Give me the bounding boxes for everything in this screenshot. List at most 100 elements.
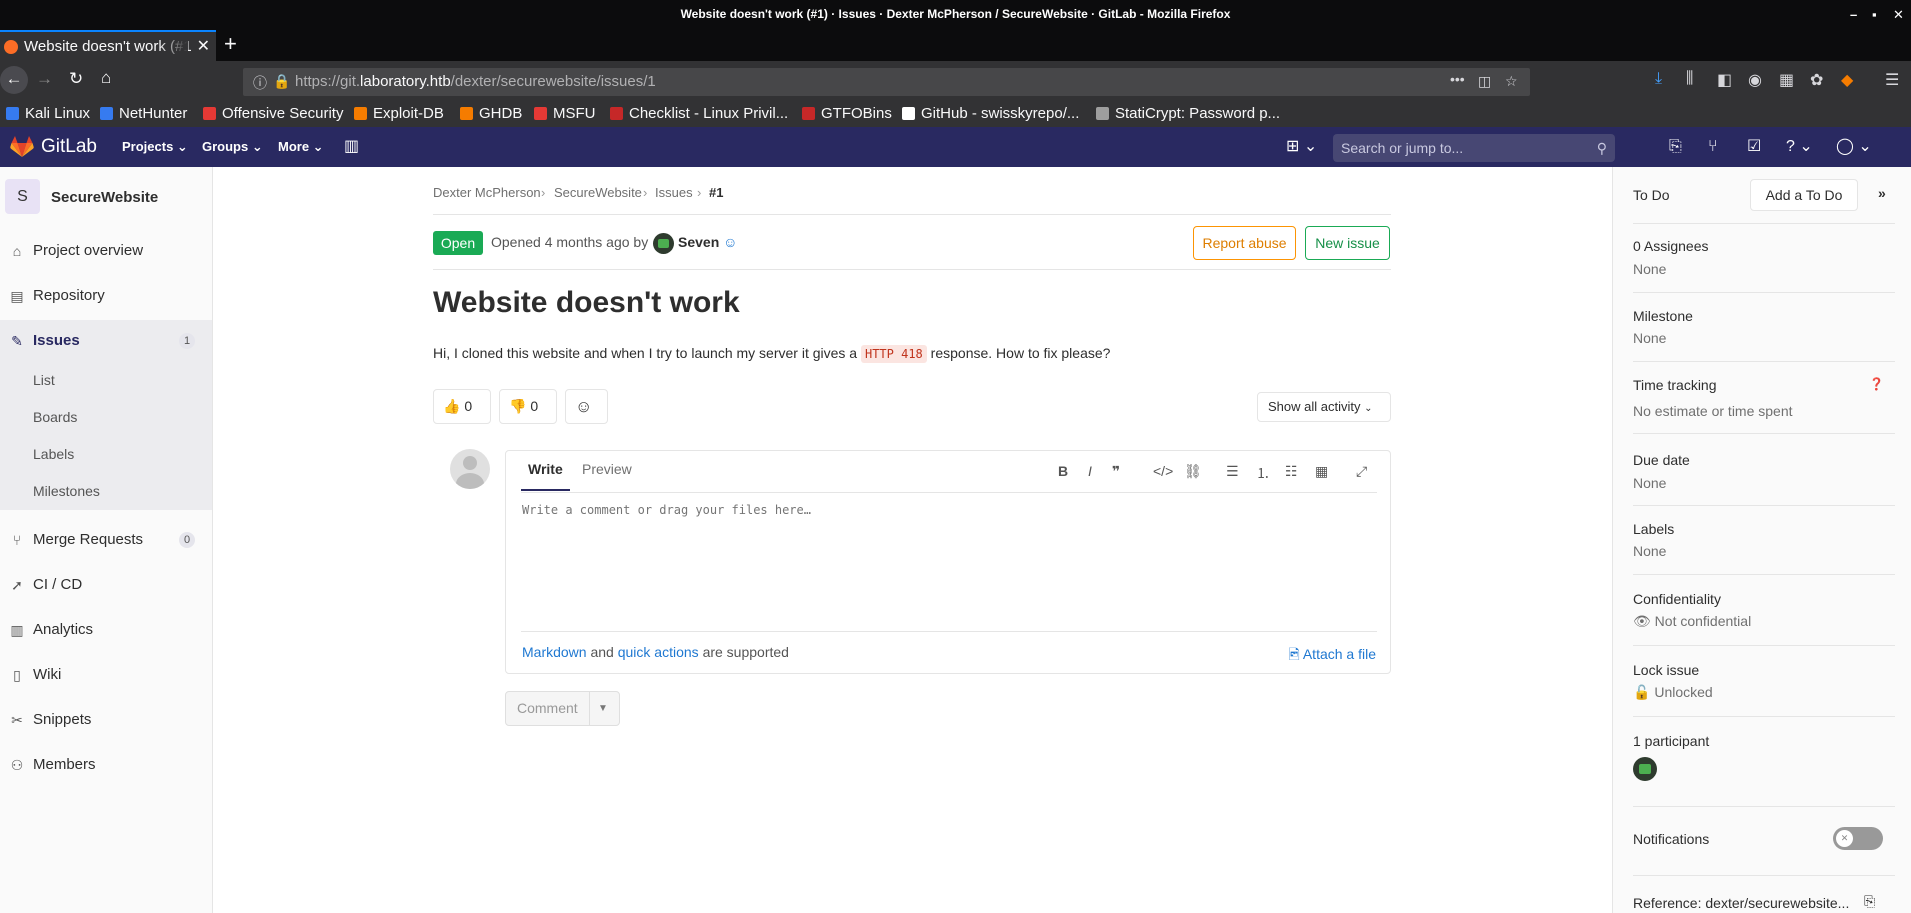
project-avatar[interactable]: S <box>5 179 40 214</box>
sidebar-item-overview[interactable]: ⌂ Project overview <box>0 230 212 272</box>
author-name[interactable]: Seven ☺ <box>678 234 737 250</box>
downloads-icon[interactable]: ⤓ <box>1655 70 1662 88</box>
reload-icon[interactable]: ↻ <box>69 69 83 89</box>
pocket-icon[interactable]: ◫ <box>1478 73 1491 90</box>
numbered-list-icon[interactable]: ⒈ <box>1256 463 1270 483</box>
maximize-icon[interactable]: ▪ <box>1872 0 1877 29</box>
sidebar-icon[interactable]: ◧ <box>1717 70 1732 90</box>
italic-icon[interactable]: I <box>1088 463 1092 479</box>
attach-file-link[interactable]: 🖻 Attach a file <box>1288 644 1376 668</box>
report-abuse-button[interactable]: Report abuse <box>1193 226 1296 260</box>
todos-icon[interactable]: ☑ <box>1747 127 1761 167</box>
help-icon[interactable]: ? ⌄ <box>1786 127 1813 167</box>
help-circle-icon[interactable]: ❓ <box>1869 377 1884 391</box>
add-todo-button[interactable]: Add a To Do <box>1750 179 1858 211</box>
breadcrumb-item[interactable]: Issues <box>655 185 693 200</box>
bookmark-item[interactable]: GitHub - swisskyrepo/... <box>902 101 1079 127</box>
new-plus-icon[interactable]: ⊞ ⌄ <box>1286 127 1317 167</box>
forward-icon[interactable]: → <box>36 69 53 89</box>
sidebar-item-repository[interactable]: ▤ Repository <box>0 275 212 317</box>
comment-button[interactable]: Comment ▼ <box>505 691 620 726</box>
chevron-down-icon[interactable]: ▼ <box>598 692 608 725</box>
bookmark-item[interactable]: Offensive Security <box>203 101 343 127</box>
bookmark-star-icon[interactable]: ☆ <box>1505 73 1518 90</box>
activity-chart-icon[interactable]: ▥ <box>344 127 359 167</box>
search-input[interactable]: Search or jump to... ⚲ <box>1333 134 1615 162</box>
gitlab-logo-icon[interactable] <box>10 136 34 158</box>
url-bar[interactable]: ⓘ 🔒 https://git.laboratory.htb/dexter/se… <box>243 68 1530 96</box>
minimize-icon[interactable]: – <box>1850 0 1857 29</box>
table-icon[interactable]: ▦ <box>1315 463 1328 480</box>
labels-label: Labels <box>1633 521 1675 537</box>
groups-menu[interactable]: Groups ⌄ <box>202 127 263 167</box>
comment-textarea[interactable] <box>520 495 1376 625</box>
breadcrumb-item-current[interactable]: #1 <box>709 185 723 200</box>
sidebar-sub-milestones[interactable]: Milestones <box>0 473 212 510</box>
home-icon[interactable]: ⌂ <box>101 68 111 88</box>
bookmark-item[interactable]: MSFU <box>534 101 596 127</box>
bookmark-item[interactable]: GHDB <box>460 101 522 127</box>
breadcrumb-item[interactable]: Dexter McPherson <box>433 185 541 200</box>
new-issue-button[interactable]: New issue <box>1305 226 1390 260</box>
cookie-icon[interactable]: ✿ <box>1810 70 1823 90</box>
bookmark-item[interactable]: StatiCrypt: Password p... <box>1096 101 1280 127</box>
lock-icon[interactable]: 🔒 <box>273 73 290 90</box>
activity-filter-dropdown[interactable]: Show all activity ⌄ <box>1257 392 1391 422</box>
more-menu[interactable]: More ⌄ <box>278 127 324 167</box>
merge-requests-icon[interactable]: ⑂ <box>1708 127 1718 167</box>
menu-icon[interactable]: ☰ <box>1885 70 1899 90</box>
gitlab-brand[interactable]: GitLab <box>41 127 97 167</box>
account-icon[interactable]: ◉ <box>1748 70 1762 90</box>
quote-icon[interactable]: ❞ <box>1112 463 1120 480</box>
bookmark-item[interactable]: Checklist - Linux Privil... <box>610 101 788 127</box>
quick-actions-link[interactable]: quick actions <box>618 644 699 660</box>
code-icon[interactable]: </> <box>1153 463 1173 479</box>
back-icon[interactable]: ← <box>0 66 28 94</box>
sidebar-item-wiki[interactable]: ▯ Wiki <box>0 654 212 696</box>
bookmark-item[interactable]: GTFOBins <box>802 101 892 127</box>
info-icon[interactable]: ⓘ <box>253 73 267 93</box>
link-icon[interactable]: ⛓ <box>1184 463 1202 480</box>
snippet-icon[interactable]: ⎘ <box>1669 127 1682 167</box>
extension-icon[interactable]: ▦ <box>1779 70 1794 90</box>
bookmark-item[interactable]: NetHunter <box>100 101 187 127</box>
close-window-icon[interactable]: ✕ <box>1893 0 1904 29</box>
browser-tab[interactable]: Website doesn't work (#1 ✕ <box>0 30 216 61</box>
library-icon[interactable]: ⫼ <box>1686 70 1693 88</box>
sidebar-sub-labels[interactable]: Labels <box>0 436 212 473</box>
sidebar-sub-boards[interactable]: Boards <box>0 399 212 436</box>
sidebar-item-members[interactable]: ⚇ Members <box>0 744 212 786</box>
project-name[interactable]: SecureWebsite <box>51 189 158 206</box>
bold-icon[interactable]: B <box>1058 463 1068 479</box>
sidebar-item-snippets[interactable]: ✂ Snippets <box>0 699 212 741</box>
new-tab-icon[interactable]: + <box>224 31 237 57</box>
fullscreen-icon[interactable]: ⤢ <box>1356 463 1367 480</box>
thumbs-down-button[interactable]: 👎 0 <box>499 389 557 424</box>
tab-preview[interactable]: Preview <box>582 461 632 477</box>
sidebar-sub-list[interactable]: List <box>0 362 212 399</box>
author-avatar[interactable] <box>653 233 674 254</box>
projects-menu[interactable]: Projects ⌄ <box>122 127 188 167</box>
page-actions-icon[interactable]: ••• <box>1450 71 1465 87</box>
collapse-sidebar-icon[interactable]: » <box>1878 185 1886 201</box>
markdown-link[interactable]: Markdown <box>522 644 587 660</box>
url-text[interactable]: https://git.laboratory.htb/dexter/secure… <box>295 68 656 96</box>
bookmark-item[interactable]: Kali Linux <box>6 101 90 127</box>
copy-icon[interactable]: ⎘ <box>1864 893 1875 910</box>
close-tab-icon[interactable]: ✕ <box>197 32 210 61</box>
user-avatar-icon[interactable]: ◯ ⌄ <box>1836 127 1872 167</box>
sidebar-item-merge-requests[interactable]: ⑂ Merge Requests 0 <box>0 519 212 561</box>
bookmark-item[interactable]: Exploit-DB <box>354 101 444 127</box>
foxyproxy-icon[interactable]: ◆ <box>1841 70 1853 90</box>
bullet-list-icon[interactable]: ☰ <box>1226 463 1239 480</box>
participant-avatar[interactable] <box>1633 757 1657 781</box>
sidebar-item-issues[interactable]: ✎ Issues 1 <box>0 320 212 362</box>
sidebar-item-analytics[interactable]: ▥ Analytics <box>0 609 212 651</box>
notifications-toggle[interactable] <box>1833 827 1883 850</box>
breadcrumb-item[interactable]: SecureWebsite <box>554 185 642 200</box>
thumbs-up-button[interactable]: 👍 0 <box>433 389 491 424</box>
add-reaction-button[interactable]: ☺ <box>565 389 608 424</box>
task-list-icon[interactable]: ☷ <box>1285 463 1298 480</box>
tab-write[interactable]: Write <box>521 461 570 491</box>
sidebar-item-cicd[interactable]: ➚ CI / CD <box>0 564 212 606</box>
